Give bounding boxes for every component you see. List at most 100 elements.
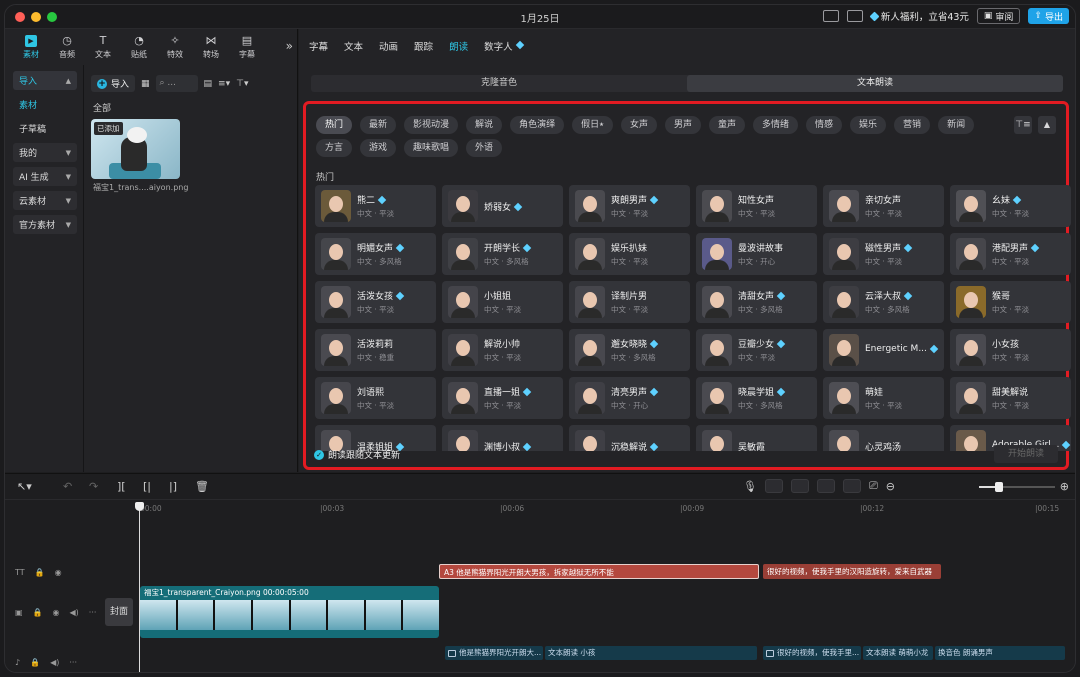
- tab-2[interactable]: 动画: [379, 39, 398, 53]
- nav-mine[interactable]: 我的 ▼: [13, 143, 77, 162]
- category-chip[interactable]: 趣味歌唱: [404, 139, 459, 157]
- start-reading-button[interactable]: 开始朗读: [994, 445, 1058, 463]
- split-right-icon[interactable]: |]: [169, 480, 177, 493]
- sort-icon[interactable]: ≡▾: [218, 79, 230, 89]
- zoom-out-icon[interactable]: ⊖: [886, 480, 895, 493]
- redo-icon[interactable]: ↷: [89, 480, 98, 493]
- import-button[interactable]: + 导入: [91, 75, 136, 92]
- tab-effects[interactable]: ✧ 特效: [157, 34, 193, 60]
- voice-card[interactable]: 明媚女声 中文 · 多风格: [315, 233, 436, 275]
- tab-1[interactable]: 文本: [344, 39, 363, 53]
- text-clip[interactable]: A3 他是熊猫界阳光开朗大男孩，拆家越狱无所不能: [439, 564, 759, 579]
- audio-clip[interactable]: 换音色 朗诵男声: [935, 646, 1065, 660]
- split-icon[interactable]: ][: [117, 480, 126, 493]
- align-icon[interactable]: [842, 479, 861, 493]
- more-icon[interactable]: ···: [69, 658, 77, 667]
- voice-card[interactable]: 幺妹 中文 · 平淡: [950, 185, 1071, 227]
- voice-card[interactable]: 清亮男声 中文 · 开心: [569, 377, 690, 419]
- shortcut-icon[interactable]: [822, 10, 839, 22]
- category-chip[interactable]: 外语: [466, 139, 503, 157]
- voice-card[interactable]: 猴哥 中文 · 平淡: [950, 281, 1071, 323]
- media-thumbnail[interactable]: 已添加: [91, 119, 180, 179]
- voice-card[interactable]: 渊博小叔: [442, 425, 563, 451]
- category-chip[interactable]: 娱乐: [850, 116, 887, 134]
- caption-icon[interactable]: ⎚: [869, 479, 878, 493]
- category-chip[interactable]: 营销: [894, 116, 931, 134]
- voice-card[interactable]: 吴敏霞: [696, 425, 817, 451]
- nav-cloud[interactable]: 云素材 ▼: [13, 191, 77, 210]
- tab-text[interactable]: T 文本: [85, 34, 121, 60]
- voice-card[interactable]: 豆瓣少女 中文 · 平淡: [696, 329, 817, 371]
- voice-card[interactable]: 活泼女孩 中文 · 平淡: [315, 281, 436, 323]
- tab-sticker[interactable]: ◔ 贴纸: [121, 34, 157, 60]
- tab-5[interactable]: 数字人: [484, 39, 513, 53]
- playhead[interactable]: [135, 502, 144, 672]
- undo-icon[interactable]: ↶: [63, 480, 72, 493]
- video-clip[interactable]: 福宝1_transparent_Craiyon.png 00:00:05:00: [140, 586, 439, 638]
- qr-code-icon[interactable]: ▦: [141, 79, 150, 89]
- category-chip[interactable]: 新闻: [938, 116, 975, 134]
- voice-card[interactable]: 娇弱女: [442, 185, 563, 227]
- export-button[interactable]: ⇪ 导出: [1028, 8, 1069, 24]
- tab-transition[interactable]: ⋈ 转场: [193, 34, 229, 60]
- text-read-tab[interactable]: 文本朗读: [687, 75, 1063, 92]
- vip-promo[interactable]: 新人福利，立省43元: [869, 9, 969, 23]
- category-chip[interactable]: 男声: [664, 116, 701, 134]
- follow-text-checkbox[interactable]: ✓ 朗读跟随文本更新: [314, 448, 400, 461]
- tab-0[interactable]: 字幕: [309, 39, 328, 53]
- voice-card[interactable]: 沉稳解说: [569, 425, 690, 451]
- voice-card[interactable]: 译制片男 中文 · 平淡: [569, 281, 690, 323]
- eye-icon[interactable]: ◉: [55, 568, 62, 577]
- category-chip[interactable]: 游戏: [360, 139, 397, 157]
- voice-card[interactable]: 熊二 中文 · 平淡: [315, 185, 436, 227]
- audio-clip[interactable]: 他是熊猫界阳光开朗大...: [445, 646, 543, 660]
- nav-ai[interactable]: AI 生成 ▼: [13, 167, 77, 186]
- more-icon[interactable]: ···: [89, 608, 97, 617]
- search-input[interactable]: ⌕ ...: [155, 75, 198, 92]
- voice-card[interactable]: 解说小帅 中文 · 平淡: [442, 329, 563, 371]
- tab-3[interactable]: 跟踪: [414, 39, 433, 53]
- zoom-knob[interactable]: [995, 482, 1003, 492]
- preview-axis-icon[interactable]: [816, 479, 835, 493]
- voice-card[interactable]: 曼波讲故事 中文 · 开心: [696, 233, 817, 275]
- voice-card[interactable]: 萌娃 中文 · 平淡: [823, 377, 944, 419]
- nav-material[interactable]: 素材: [13, 95, 77, 114]
- voice-card[interactable]: 知性女声 中文 · 平淡: [696, 185, 817, 227]
- voice-card[interactable]: Energetic M...: [823, 329, 944, 371]
- lock-icon[interactable]: 🔒: [35, 568, 45, 577]
- cover-button[interactable]: 封面: [105, 598, 133, 626]
- voice-card[interactable]: 亲切女声 中文 · 平淡: [823, 185, 944, 227]
- voice-card[interactable]: 邂女晓晓 中文 · 多风格: [569, 329, 690, 371]
- voice-card[interactable]: 娱乐扒妹 中文 · 平淡: [569, 233, 690, 275]
- voice-card[interactable]: 晓晨学姐 中文 · 多风格: [696, 377, 817, 419]
- filter-icon[interactable]: ⊤▾: [236, 79, 248, 89]
- voice-card[interactable]: 心灵鸡汤: [823, 425, 944, 451]
- split-left-icon[interactable]: [|: [143, 480, 151, 493]
- audio-clip[interactable]: 很好的视频，使我手里...: [763, 646, 861, 660]
- speaker-icon[interactable]: ◀): [50, 658, 59, 667]
- clone-voice-tab[interactable]: 克隆音色: [311, 75, 687, 92]
- nav-draft[interactable]: 子草稿: [13, 119, 77, 138]
- category-chip[interactable]: 热门: [316, 116, 353, 134]
- voice-card[interactable]: 活泼莉莉 中文 · 稳重: [315, 329, 436, 371]
- audio-clip[interactable]: 文本朗读 小孩: [545, 646, 757, 660]
- grid-view-icon[interactable]: ▤: [204, 79, 213, 89]
- eye-icon[interactable]: ◉: [53, 608, 60, 617]
- nav-import[interactable]: 导入 ▲: [13, 71, 77, 90]
- tab-media[interactable]: ▶ 素材: [13, 34, 49, 60]
- tab-caption[interactable]: ▤ 字幕: [229, 34, 265, 60]
- category-chip[interactable]: 童声: [708, 116, 745, 134]
- category-chip[interactable]: 影视动漫: [404, 116, 459, 134]
- voice-card[interactable]: 直播一姐 中文 · 平淡: [442, 377, 563, 419]
- text-clip[interactable]: 很好的视频，使我手里的汉阳造旋转，爱来自武器: [763, 564, 941, 579]
- category-chip[interactable]: 情感: [806, 116, 843, 134]
- tab-4[interactable]: 朗读: [449, 39, 468, 53]
- voice-card[interactable]: 开朗学长 中文 · 多风格: [442, 233, 563, 275]
- delete-icon[interactable]: 🗑: [195, 480, 209, 493]
- voice-card[interactable]: 爽朗男声 中文 · 平淡: [569, 185, 690, 227]
- category-chip[interactable]: 多情绪: [753, 116, 799, 134]
- nav-official[interactable]: 官方素材 ▼: [13, 215, 77, 234]
- layout-icon[interactable]: [846, 10, 863, 22]
- tab-audio[interactable]: ◷ 音频: [49, 34, 85, 60]
- category-chip[interactable]: 角色演绎: [510, 116, 565, 134]
